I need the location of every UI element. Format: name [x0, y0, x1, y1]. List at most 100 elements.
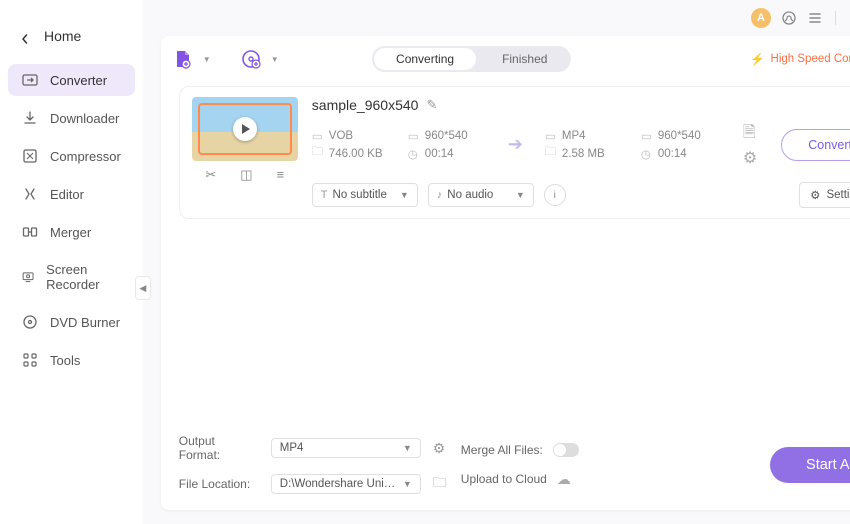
- target-size: 2.58 MB: [562, 148, 605, 160]
- converter-icon: [22, 72, 38, 88]
- search-gear-icon: ⚙: [810, 188, 820, 202]
- bolt-icon: ⚡: [750, 52, 764, 66]
- audio-value: No audio: [447, 189, 493, 201]
- dvd-burner-icon: [22, 314, 38, 330]
- file-name: sample_960x540: [312, 97, 419, 113]
- subtitle-value: No subtitle: [333, 189, 387, 201]
- subtitle-select[interactable]: T No subtitle ▼: [312, 183, 418, 207]
- output-format-gear-icon[interactable]: ⚙: [433, 440, 446, 457]
- support-icon[interactable]: [781, 10, 797, 26]
- file-location-label: File Location:: [179, 477, 259, 491]
- caret-down-icon: ▼: [403, 479, 412, 489]
- output-format-label: Output Format:: [179, 434, 259, 462]
- caret-down-icon: ▼: [392, 190, 409, 200]
- divider: [835, 11, 836, 25]
- sidebar-item-editor[interactable]: Editor: [8, 178, 135, 210]
- main-area: A ▼ ▼ Converting Finished ⚡ High Speed C…: [143, 0, 850, 524]
- merge-label: Merge All Files:: [461, 443, 543, 457]
- tools-icon: [22, 352, 38, 368]
- sidebar-item-compressor[interactable]: Compressor: [8, 140, 135, 172]
- output-format-select[interactable]: MP4 ▼: [271, 438, 421, 458]
- trim-icon[interactable]: ✂: [205, 167, 216, 183]
- video-thumbnail[interactable]: [192, 97, 298, 161]
- folder-icon: 🗀: [545, 148, 557, 160]
- file-location-select[interactable]: D:\Wondershare UniConverter 1 ▼: [271, 474, 421, 494]
- sidebar-item-downloader[interactable]: Downloader: [8, 102, 135, 134]
- back-icon[interactable]: [20, 31, 30, 41]
- play-icon[interactable]: [233, 117, 257, 141]
- audio-select[interactable]: ♪ No audio ▼: [428, 183, 534, 207]
- video-format-icon: ▭: [312, 130, 324, 142]
- high-speed-badge[interactable]: ⚡ High Speed Conversion: [750, 52, 850, 66]
- convert-button[interactable]: Convert: [781, 129, 850, 161]
- sidebar-item-dvd-burner[interactable]: DVD Burner: [8, 306, 135, 338]
- folder-icon: 🗀: [312, 148, 324, 160]
- target-duration: 00:14: [658, 148, 687, 160]
- source-duration: 00:14: [425, 148, 454, 160]
- upload-cloud-label: Upload to Cloud: [461, 472, 547, 486]
- source-format: VOB: [329, 130, 353, 142]
- sidebar-item-tools[interactable]: Tools: [8, 344, 135, 376]
- file-card: ✕ ✂ ◫ ≡ sample_960x540 ✎: [179, 86, 850, 219]
- screen-recorder-icon: [22, 269, 34, 285]
- footer-bar: Output Format: MP4 ▼ ⚙ File Location: D:…: [161, 424, 850, 510]
- downloader-icon: [22, 110, 38, 126]
- sidebar-item-label: Editor: [50, 187, 84, 202]
- tab-finished[interactable]: Finished: [478, 46, 571, 72]
- open-folder-icon[interactable]: 🗀: [433, 472, 447, 496]
- sidebar-header: Home: [0, 14, 143, 64]
- video-format-icon: ▭: [545, 130, 557, 142]
- info-icon[interactable]: i: [544, 184, 566, 206]
- effects-icon[interactable]: ≡: [277, 167, 285, 183]
- editor-icon: [22, 186, 38, 202]
- file-location-value: D:\Wondershare UniConverter 1: [280, 478, 403, 490]
- output-settings-icon[interactable]: 🗎⚙: [743, 121, 757, 168]
- crop-icon[interactable]: ◫: [240, 167, 252, 183]
- caret-down-icon: ▼: [508, 190, 525, 200]
- sidebar-item-label: Downloader: [50, 111, 119, 126]
- target-resolution: 960*540: [658, 130, 701, 142]
- compressor-icon: [22, 148, 38, 164]
- sidebar-item-converter[interactable]: Converter: [8, 64, 135, 96]
- window-titlebar: A: [143, 0, 850, 36]
- user-avatar-icon[interactable]: A: [751, 8, 771, 28]
- tab-converting[interactable]: Converting: [374, 48, 476, 70]
- sidebar-item-label: Screen Recorder: [46, 262, 121, 292]
- sidebar-item-label: Tools: [50, 353, 80, 368]
- toolbar: ▼ ▼ Converting Finished ⚡ High Speed Con…: [161, 36, 850, 82]
- clock-icon: ◷: [408, 148, 420, 160]
- cloud-icon[interactable]: ☁: [557, 471, 571, 488]
- caret-down-icon: ▼: [403, 443, 412, 453]
- home-label[interactable]: Home: [44, 28, 81, 44]
- sidebar-collapse-button[interactable]: ◀: [135, 276, 151, 300]
- add-file-caret-icon[interactable]: ▼: [203, 55, 211, 64]
- sidebar-item-merger[interactable]: Merger: [8, 216, 135, 248]
- hamburger-menu-icon[interactable]: [807, 10, 823, 26]
- subtitle-icon: T: [321, 189, 328, 201]
- audio-icon: ♪: [437, 189, 443, 201]
- output-format-value: MP4: [280, 442, 304, 454]
- source-resolution: 960*540: [425, 130, 468, 142]
- settings-button[interactable]: ⚙ Settings: [799, 182, 850, 208]
- add-dvd-caret-icon[interactable]: ▼: [271, 55, 279, 64]
- resolution-icon: ▭: [641, 130, 653, 142]
- sidebar: Home Converter Downloader Compressor Edi…: [0, 0, 143, 524]
- merge-toggle[interactable]: [553, 443, 579, 457]
- status-tabs: Converting Finished: [372, 46, 571, 72]
- high-speed-label: High Speed Conversion: [771, 53, 850, 65]
- rename-icon[interactable]: ✎: [426, 97, 437, 113]
- add-file-icon[interactable]: [173, 49, 193, 69]
- sidebar-item-label: Compressor: [50, 149, 121, 164]
- start-all-button[interactable]: Start All: [770, 447, 850, 483]
- thumbnail-tools: ✂ ◫ ≡: [205, 167, 284, 183]
- merger-icon: [22, 224, 38, 240]
- arrow-right-icon: ➔: [508, 134, 523, 155]
- settings-label: Settings: [826, 189, 850, 201]
- resolution-icon: ▭: [408, 130, 420, 142]
- add-dvd-icon[interactable]: [241, 49, 261, 69]
- clock-icon: ◷: [641, 148, 653, 160]
- sidebar-item-label: Merger: [50, 225, 91, 240]
- source-size: 746.00 KB: [329, 148, 383, 160]
- content-panel: ▼ ▼ Converting Finished ⚡ High Speed Con…: [161, 36, 850, 510]
- sidebar-item-screen-recorder[interactable]: Screen Recorder: [8, 254, 135, 300]
